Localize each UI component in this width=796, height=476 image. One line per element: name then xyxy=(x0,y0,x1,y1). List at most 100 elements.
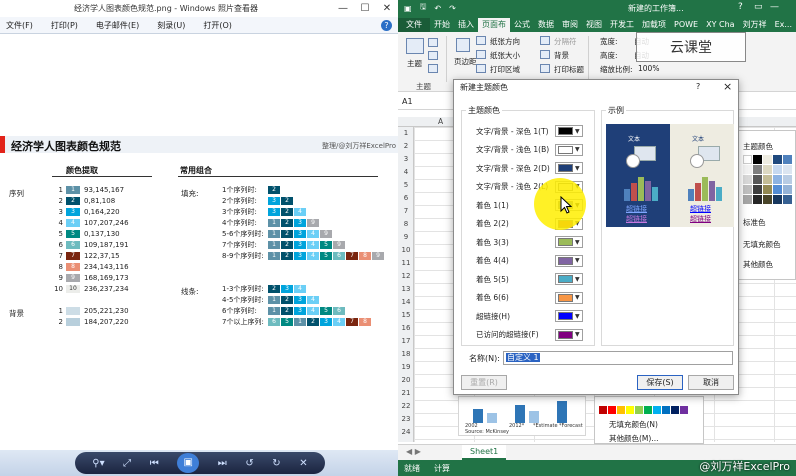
ribbon-tab[interactable]: 文件 xyxy=(398,18,430,32)
dialog-close-icon[interactable]: × xyxy=(723,80,732,93)
row-header[interactable]: 8 xyxy=(398,220,414,228)
ribbon-tab[interactable]: 数据 xyxy=(534,18,558,32)
row-header[interactable]: 17 xyxy=(398,337,414,345)
save-button[interactable]: 保存(S) xyxy=(637,375,683,390)
sheet-nav-icon[interactable]: ◀ ▶ xyxy=(406,447,421,456)
row-header[interactable]: 3 xyxy=(398,155,414,163)
ribbon-tab[interactable]: XY Cha xyxy=(702,18,738,32)
background-icon[interactable] xyxy=(540,50,550,59)
row-header[interactable]: 4 xyxy=(398,168,414,176)
menu-email[interactable]: 电子邮件(E) xyxy=(96,20,139,31)
ribbon-display-icon[interactable]: ▭ xyxy=(754,2,763,12)
size-icon[interactable] xyxy=(476,50,486,59)
menu-file[interactable]: 文件(F) xyxy=(6,20,33,31)
row-header[interactable]: 16 xyxy=(398,324,414,332)
no-fill-option[interactable]: 无填充颜色(N) xyxy=(609,419,658,430)
palette-swatch[interactable] xyxy=(743,155,752,164)
row-header[interactable]: 6 xyxy=(398,194,414,202)
more-colors-option[interactable]: 其他颜色 xyxy=(743,259,773,270)
size-label[interactable]: 纸张大小 xyxy=(490,50,520,61)
row-header[interactable]: 7 xyxy=(398,207,414,215)
print-titles-label[interactable]: 打印标题 xyxy=(554,64,584,75)
ribbon-tab[interactable]: POWE xyxy=(670,18,702,32)
actual-size-icon[interactable]: ⤢ xyxy=(123,458,131,469)
margins-icon[interactable] xyxy=(456,38,470,52)
theme-color-picker[interactable]: ▼ xyxy=(555,273,583,285)
themes-icon[interactable] xyxy=(406,38,424,54)
row-header[interactable]: 22 xyxy=(398,402,414,410)
palette-swatch[interactable] xyxy=(763,195,772,204)
palette-swatch[interactable] xyxy=(773,185,782,194)
row-header[interactable]: 23 xyxy=(398,415,414,423)
minimize-icon[interactable]: — xyxy=(770,2,779,12)
previous-icon[interactable]: ⏮ xyxy=(150,458,159,469)
palette-swatch[interactable] xyxy=(773,195,782,204)
sheet-tab[interactable]: Sheet1 xyxy=(462,445,507,460)
theme-name-input[interactable]: 自定义 1 xyxy=(503,351,733,365)
rotate-cw-icon[interactable]: ↻ xyxy=(272,458,280,469)
breaks-label[interactable]: 分隔符 xyxy=(554,36,577,47)
palette-swatch[interactable] xyxy=(617,406,625,414)
palette-swatch[interactable] xyxy=(671,406,679,414)
palette-swatch[interactable] xyxy=(743,165,752,174)
orientation-icon[interactable] xyxy=(476,36,486,45)
row-header[interactable]: 24 xyxy=(398,428,414,436)
palette-swatch[interactable] xyxy=(662,406,670,414)
palette-swatch[interactable] xyxy=(635,406,643,414)
palette-swatch[interactable] xyxy=(608,406,616,414)
palette-swatch[interactable] xyxy=(773,165,782,174)
menu-open[interactable]: 打开(O) xyxy=(203,20,232,31)
menu-burn[interactable]: 刻录(U) xyxy=(157,20,185,31)
row-header[interactable]: 5 xyxy=(398,181,414,189)
status-calculate[interactable]: 计算 xyxy=(434,463,450,474)
palette-swatch[interactable] xyxy=(753,165,762,174)
theme-color-picker[interactable]: ▼ xyxy=(555,291,583,304)
palette-swatch[interactable] xyxy=(783,185,792,194)
delete-icon[interactable]: ✕ xyxy=(299,458,307,469)
palette-swatch[interactable] xyxy=(763,185,772,194)
palette-swatch[interactable] xyxy=(743,195,752,204)
theme-colors-icon[interactable] xyxy=(428,38,438,47)
ribbon-tab[interactable]: 公式 xyxy=(510,18,534,32)
print-area-label[interactable]: 打印区域 xyxy=(490,64,520,75)
palette-swatch[interactable] xyxy=(743,185,752,194)
palette-swatch[interactable] xyxy=(644,406,652,414)
palette-swatch[interactable] xyxy=(783,175,792,184)
palette-swatch[interactable] xyxy=(753,155,762,164)
row-header[interactable]: 20 xyxy=(398,376,414,384)
palette-swatch[interactable] xyxy=(653,406,661,414)
row-header[interactable]: 12 xyxy=(398,272,414,280)
close-icon[interactable]: ✕ xyxy=(376,3,398,14)
more-colors-option[interactable]: 其他颜色(M)... xyxy=(609,433,658,444)
row-header[interactable]: 21 xyxy=(398,389,414,397)
theme-color-picker[interactable]: ▼ xyxy=(555,143,583,156)
theme-color-picker[interactable]: ▼ xyxy=(555,310,583,322)
rotate-ccw-icon[interactable]: ↺ xyxy=(245,458,253,469)
cancel-button[interactable]: 取消 xyxy=(688,375,734,390)
maximize-icon[interactable]: ☐ xyxy=(354,3,376,14)
theme-color-palette[interactable] xyxy=(743,155,792,204)
palette-swatch[interactable] xyxy=(763,165,772,174)
background-label[interactable]: 背景 xyxy=(554,50,569,61)
row-header[interactable]: 19 xyxy=(398,363,414,371)
palette-swatch[interactable] xyxy=(783,165,792,174)
palette-swatch[interactable] xyxy=(743,175,752,184)
theme-color-picker[interactable]: ▼ xyxy=(555,125,583,137)
theme-color-picker[interactable]: ▼ xyxy=(555,162,583,174)
ribbon-tab[interactable]: Ex... xyxy=(771,18,796,32)
ribbon-tab[interactable]: 开始 xyxy=(430,18,454,32)
scale-value[interactable]: 100% xyxy=(638,64,659,73)
no-fill-option[interactable]: 无填充颜色 xyxy=(743,239,781,250)
name-box[interactable]: A1 xyxy=(402,97,442,108)
ribbon-tab[interactable]: 视图 xyxy=(582,18,606,32)
margins-label[interactable]: 页边距 xyxy=(454,56,477,67)
ribbon-tab[interactable]: 审阅 xyxy=(558,18,582,32)
help-icon[interactable]: ? xyxy=(381,20,392,31)
ribbon-tab[interactable]: 页面布 xyxy=(478,18,510,32)
row-header[interactable]: 2 xyxy=(398,142,414,150)
row-header[interactable]: 13 xyxy=(398,285,414,293)
zoom-icon[interactable]: ⚲▾ xyxy=(92,458,104,469)
orientation-label[interactable]: 纸张方向 xyxy=(490,36,520,47)
row-header[interactable]: 11 xyxy=(398,259,414,267)
reset-button[interactable]: 重置(R) xyxy=(461,375,507,390)
